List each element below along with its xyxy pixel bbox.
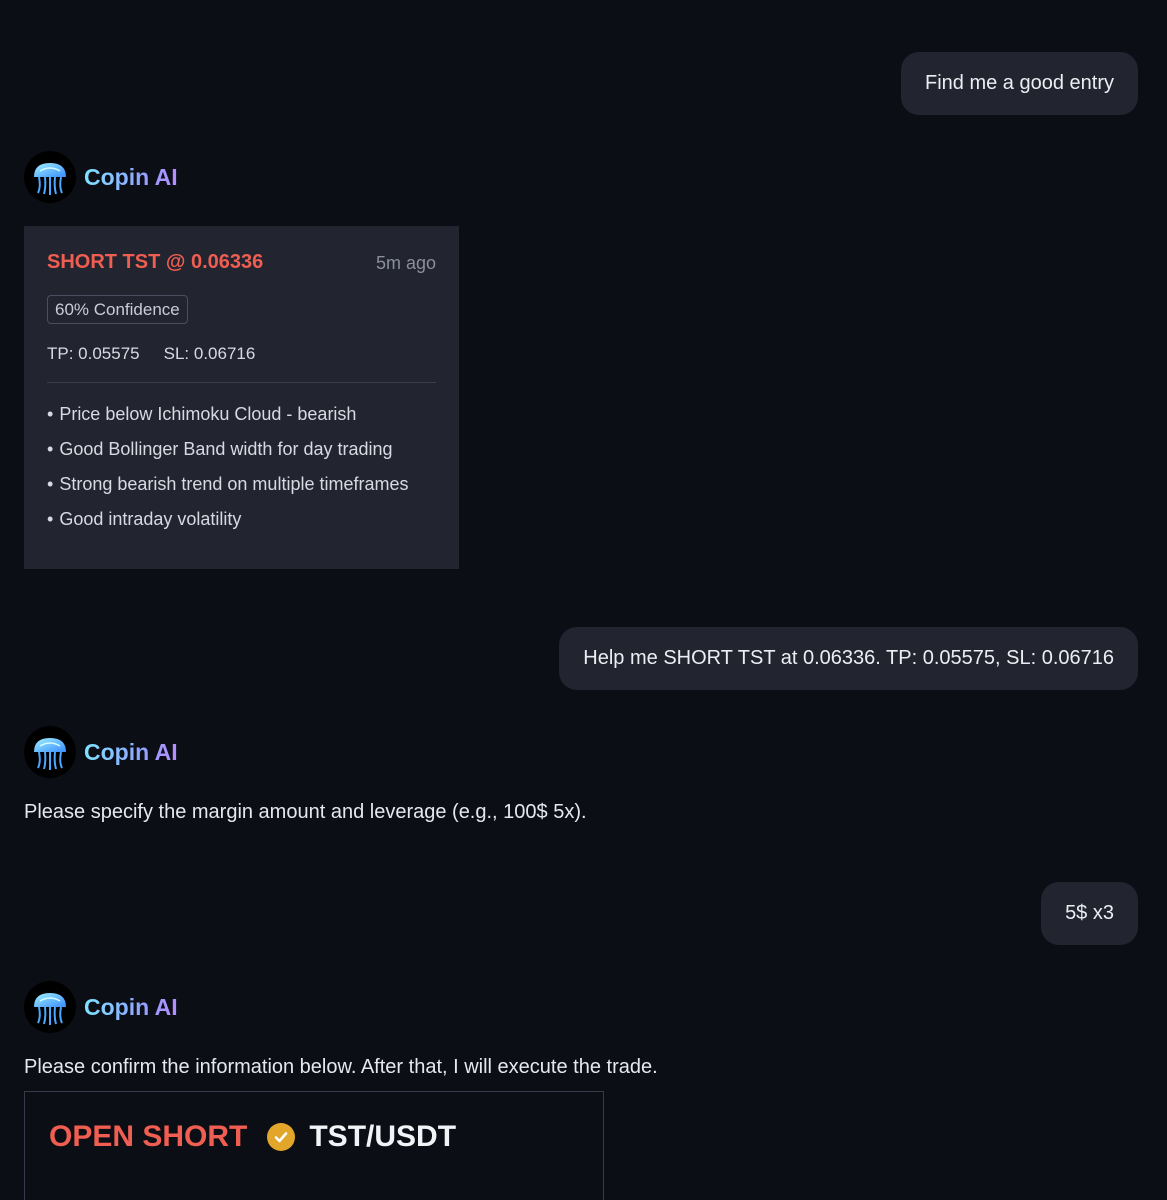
ai-message-header: Copin AI (24, 726, 178, 778)
jellyfish-avatar-icon (24, 981, 76, 1033)
ai-message-header: Copin AI (24, 981, 178, 1033)
trade-confirm-card[interactable]: OPEN SHORT TST/USDT (24, 1091, 604, 1200)
ai-name: Copin AI (84, 163, 178, 190)
trade-action-label: OPEN SHORT (49, 1120, 248, 1153)
take-profit-value: TP: 0.05575 (47, 344, 140, 363)
jellyfish-avatar-icon (24, 151, 76, 203)
list-item: • Strong bearish trend on multiple timefr… (47, 474, 409, 494)
verified-check-icon (267, 1123, 296, 1151)
ai-message-text: Please confirm the information below. Af… (24, 1056, 658, 1078)
jellyfish-avatar-icon (24, 726, 76, 778)
signal-card[interactable]: SHORT TST @ 0.06336 5m ago 60% Confidenc… (24, 226, 459, 569)
tp-sl-row: TP: 0.05575 SL: 0.06716 (47, 344, 255, 364)
reasons-list: • Price below Ichimoku Cloud - bearish • G… (47, 403, 408, 543)
user-message-text: 5$ x3 (1065, 902, 1114, 924)
trading-pair-label: TST/USDT (309, 1120, 457, 1153)
list-item: • Good Bollinger Band width for day tradi… (47, 439, 393, 459)
stop-loss-value: SL: 0.06716 (163, 344, 256, 363)
confidence-badge: 60% Confidence (47, 295, 188, 324)
user-message-bubble: Find me a good entry (901, 52, 1138, 115)
ai-message-header: Copin AI (24, 151, 178, 203)
ai-name: Copin AI (84, 738, 178, 765)
confirm-header: OPEN SHORT TST/USDT (49, 1120, 456, 1154)
user-message-bubble: Help me SHORT TST at 0.06336. TP: 0.0557… (559, 627, 1138, 690)
user-message-bubble: 5$ x3 (1041, 882, 1138, 945)
list-item: • Price below Ichimoku Cloud - bearish (47, 404, 357, 424)
ai-message-text: Please specify the margin amount and lev… (24, 801, 587, 823)
user-message-text: Find me a good entry (925, 72, 1114, 94)
divider (47, 382, 436, 383)
signal-time: 5m ago (375, 253, 436, 273)
user-message-text: Help me SHORT TST at 0.06336. TP: 0.0557… (583, 647, 1114, 669)
ai-name: Copin AI (84, 993, 178, 1020)
signal-title: SHORT TST @ 0.06336 (47, 251, 264, 273)
list-item: • Good intraday volatility (47, 509, 242, 529)
